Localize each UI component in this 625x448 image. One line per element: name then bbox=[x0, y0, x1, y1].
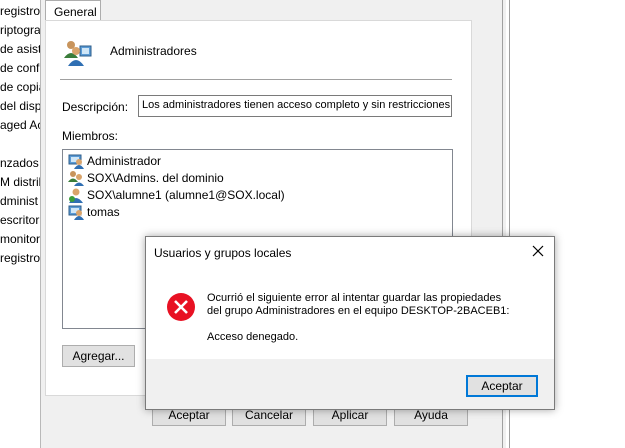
list-item[interactable]: escritorio bbox=[0, 213, 44, 227]
description-value: Los administradores tienen acceso comple… bbox=[142, 99, 452, 111]
separator bbox=[60, 79, 452, 80]
error-message: Ocurrió el siguiente error al intentar g… bbox=[207, 292, 502, 304]
dialog-title-bar: Usuarios y grupos locales bbox=[146, 237, 554, 267]
list-item[interactable]: aged Ac bbox=[0, 118, 43, 132]
group-name: Administradores bbox=[110, 44, 197, 58]
description-field[interactable]: Los administradores tienen acceso comple… bbox=[138, 95, 452, 117]
close-icon[interactable] bbox=[530, 243, 546, 259]
domain-user-icon bbox=[69, 188, 83, 203]
user-icon bbox=[68, 205, 84, 220]
add-button[interactable]: Agregar... bbox=[62, 345, 135, 367]
error-message: del grupo Administradores en el equipo D… bbox=[207, 305, 510, 317]
list-item[interactable]: riptograf bbox=[0, 23, 44, 37]
list-item[interactable]: de copia bbox=[0, 80, 44, 94]
list-item[interactable]: monitor bbox=[0, 232, 40, 246]
member-name: SOX\alumne1 (alumne1@SOX.local) bbox=[87, 188, 285, 202]
users-group-icon bbox=[64, 41, 92, 66]
list-item[interactable]: M distrib bbox=[0, 175, 44, 189]
member-name: Administrador bbox=[87, 154, 162, 168]
accept-button[interactable]: Aceptar bbox=[466, 375, 538, 397]
tab-label: General bbox=[54, 5, 97, 19]
dialog-body: Ocurrió el siguiente error al intentar g… bbox=[146, 267, 554, 359]
members-label: Miembros: bbox=[62, 129, 119, 143]
member-name: SOX\Admins. del dominio bbox=[87, 171, 224, 185]
list-item[interactable]: de config bbox=[0, 61, 44, 75]
dialog-footer: Aceptar bbox=[146, 359, 554, 409]
group-icon bbox=[68, 171, 84, 186]
member-name: tomas bbox=[87, 205, 120, 219]
error-detail: Acceso denegado. bbox=[207, 331, 299, 343]
dialog-title: Usuarios y grupos locales bbox=[154, 246, 292, 260]
list-item[interactable]: nzados bbox=[0, 156, 39, 170]
tab-general[interactable]: General bbox=[45, 0, 101, 21]
list-item[interactable]: registro bbox=[0, 4, 40, 18]
list-item[interactable]: dminist bbox=[0, 194, 38, 208]
description-label: Descripción: bbox=[62, 100, 129, 114]
list-item[interactable]: del dispo bbox=[0, 99, 44, 113]
list-item[interactable]: de asiste bbox=[0, 42, 44, 56]
user-icon bbox=[68, 154, 84, 169]
error-icon bbox=[167, 293, 195, 321]
left-list: registro riptograf de asiste de config d… bbox=[0, 0, 44, 270]
list-item[interactable]: registro bbox=[0, 251, 40, 265]
error-dialog: Usuarios y grupos locales Ocurrió el sig… bbox=[145, 236, 555, 410]
